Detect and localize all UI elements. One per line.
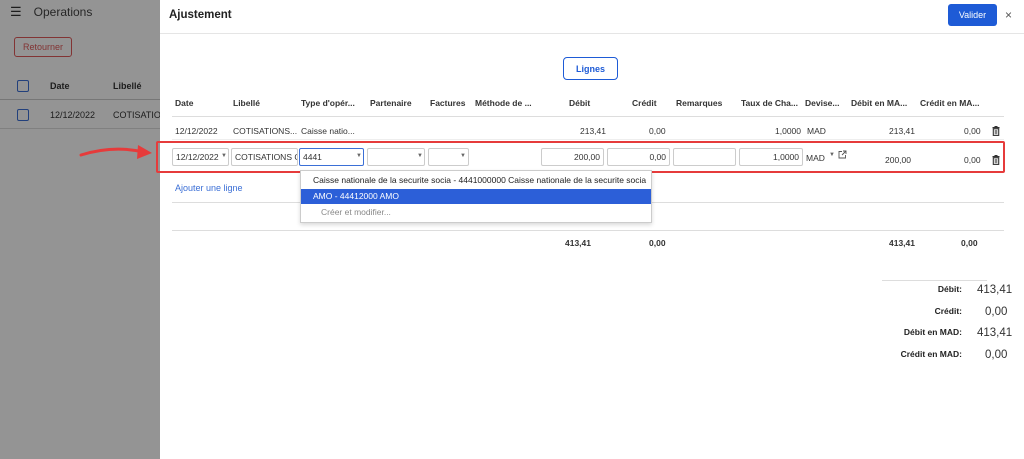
edit-row-trash-icon[interactable] xyxy=(992,155,1000,165)
external-link-icon[interactable] xyxy=(838,150,847,159)
header-credit[interactable]: Crédit xyxy=(632,98,657,108)
header-credit-mad[interactable]: Crédit en MA... xyxy=(920,98,980,108)
header-debit[interactable]: Débit xyxy=(569,98,590,108)
edit-credit-input[interactable]: 0,00 xyxy=(607,148,670,166)
valider-button[interactable]: Valider xyxy=(948,4,997,26)
add-line-link[interactable]: Ajouter une ligne xyxy=(175,183,243,193)
edit-type-operation-input[interactable]: 4441 xyxy=(299,148,364,166)
type-dropdown-caret-icon[interactable]: ▼ xyxy=(356,153,362,159)
summary-credit-mad-label: Crédit en MAD: xyxy=(900,349,962,359)
header-taux[interactable]: Taux de Cha... xyxy=(741,98,798,108)
header-libelle[interactable]: Libellé xyxy=(233,98,260,108)
edit-debit-input[interactable]: 200,00 xyxy=(541,148,604,166)
edit-debit-mad: 200,00 xyxy=(885,155,911,165)
dropdown-option-selected[interactable]: AMO - 44412000 AMO xyxy=(301,189,651,204)
edit-libelle-input[interactable]: COTISATIONS C xyxy=(231,148,298,166)
summary-divider xyxy=(882,280,987,281)
header-methode[interactable]: Méthode de ... xyxy=(475,98,532,108)
annotation-arrow-icon xyxy=(79,145,152,159)
header-debit-mad[interactable]: Débit en MA... xyxy=(851,98,907,108)
total-credit-mad: 0,00 xyxy=(961,238,978,248)
factures-dropdown-caret-icon[interactable]: ▼ xyxy=(460,153,466,159)
summary-debit-mad-value: 413,41 xyxy=(977,327,1013,339)
edit-credit-mad: 0,00 xyxy=(964,155,981,165)
summary-debit-value: 413,41 xyxy=(977,284,1013,296)
summary-credit-label: Crédit: xyxy=(934,306,962,316)
row1-debit-mad[interactable]: 213,41 xyxy=(889,126,915,136)
totals-divider xyxy=(172,230,1004,231)
lignes-button[interactable]: Lignes xyxy=(563,57,618,80)
summary-debit-label: Débit: xyxy=(937,284,962,294)
total-debit-mad: 413,41 xyxy=(889,238,915,248)
edit-devise-select[interactable]: MAD xyxy=(806,153,825,163)
row1-trash-icon[interactable] xyxy=(992,126,1000,136)
summary-credit-value: 0,00 xyxy=(985,306,1008,318)
row1-credit-mad[interactable]: 0,00 xyxy=(964,126,981,136)
header-remarques[interactable]: Remarques xyxy=(676,98,722,108)
row1-devise[interactable]: MAD xyxy=(807,126,826,136)
create-and-edit-option[interactable]: Créer et modifier... xyxy=(301,205,651,220)
row1-type[interactable]: Caisse natio... xyxy=(301,126,355,136)
row1-credit[interactable]: 0,00 xyxy=(649,126,666,136)
ajustement-modal: Ajustement Valider × Lignes Date Libellé… xyxy=(156,0,1024,459)
partenaire-dropdown-caret-icon[interactable]: ▼ xyxy=(417,153,423,159)
total-debit: 413,41 xyxy=(565,238,591,248)
row1-debit[interactable]: 213,41 xyxy=(580,126,606,136)
header-date[interactable]: Date xyxy=(175,98,193,108)
header-factures[interactable]: Factures xyxy=(430,98,465,108)
modal-header: Ajustement Valider × xyxy=(160,0,1024,34)
row1-date[interactable]: 12/12/2022 xyxy=(175,126,218,136)
edit-remarques-input[interactable] xyxy=(673,148,736,166)
summary-debit-mad-label: Débit en MAD: xyxy=(903,327,962,337)
header-type-operation[interactable]: Type d'opér... xyxy=(301,98,355,108)
dropdown-option[interactable]: Caisse nationale de la securite socia - … xyxy=(301,173,651,188)
row1-libelle[interactable]: COTISATIONS... xyxy=(233,126,297,136)
header-partenaire[interactable]: Partenaire xyxy=(370,98,412,108)
row1-divider xyxy=(172,139,1004,140)
summary-credit-mad-value: 0,00 xyxy=(985,349,1008,361)
devise-dropdown-caret-icon[interactable]: ▼ xyxy=(829,152,835,158)
header-divider xyxy=(172,116,1004,117)
row1-taux[interactable]: 1,0000 xyxy=(775,126,801,136)
close-icon[interactable]: × xyxy=(1005,8,1012,22)
modal-title: Ajustement xyxy=(169,9,232,21)
total-credit: 0,00 xyxy=(649,238,666,248)
header-devise[interactable]: Devise... xyxy=(805,98,840,108)
edit-taux-input[interactable]: 1,0000 xyxy=(739,148,803,166)
type-operation-dropdown: Caisse nationale de la securite socia - … xyxy=(300,170,652,223)
date-dropdown-caret-icon[interactable]: ▼ xyxy=(221,153,227,159)
